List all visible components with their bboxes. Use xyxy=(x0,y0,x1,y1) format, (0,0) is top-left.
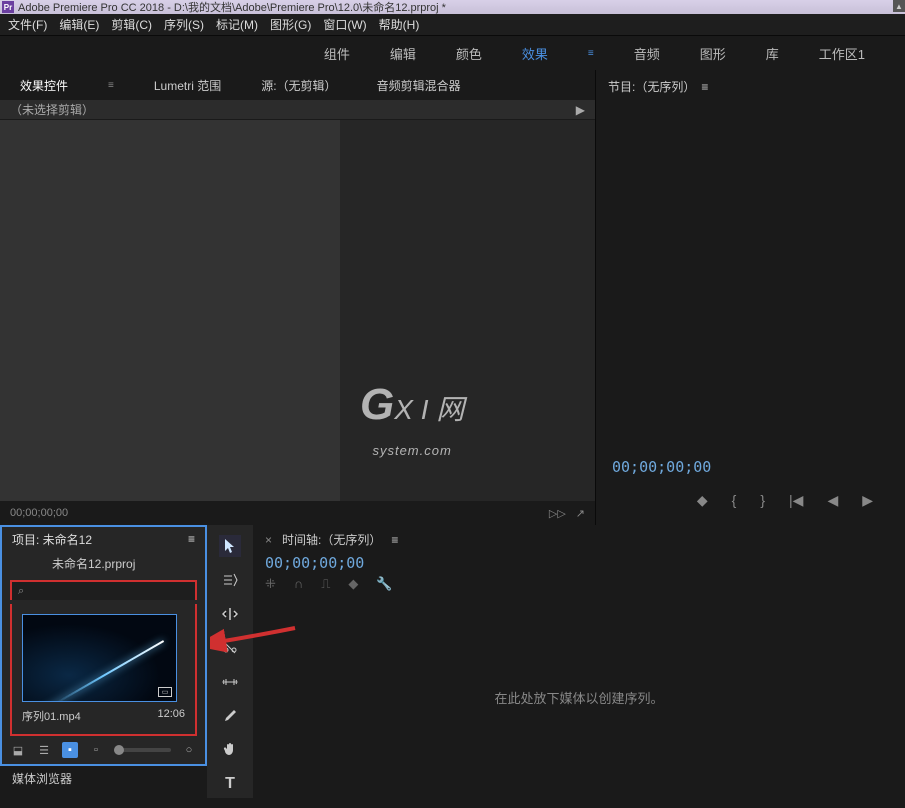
marker-diamond-icon[interactable]: ◆ xyxy=(348,576,358,592)
ripple-edit-tool-icon[interactable] xyxy=(219,603,241,625)
tab-source[interactable]: 源:（无剪辑） xyxy=(261,77,336,94)
source-panel-tabs: 效果控件 ≡ Lumetri 范围 源:（无剪辑） 音频剪辑混合器 xyxy=(0,70,595,100)
project-filename: 未命名12.prproj xyxy=(52,555,135,572)
tools-panel: T xyxy=(207,525,253,798)
tab-audio-mixer[interactable]: 音频剪辑混合器 xyxy=(377,77,461,94)
icon-view-icon[interactable]: ▪ xyxy=(62,742,78,758)
effect-controls-right xyxy=(340,120,595,501)
program-monitor xyxy=(608,99,893,450)
hand-tool-icon[interactable] xyxy=(219,739,241,761)
zoom-slider[interactable] xyxy=(114,748,171,752)
zoom-out-icon[interactable]: ○ xyxy=(181,742,197,758)
clip-name: 序列01.mp4 xyxy=(22,708,81,724)
search-icon: ⌕ xyxy=(18,585,24,598)
workspace-effects[interactable]: 效果 xyxy=(522,44,548,63)
freeform-view-icon[interactable]: ▫ xyxy=(88,742,104,758)
add-marker-icon[interactable]: ⎍ xyxy=(321,576,330,592)
expand-icon[interactable]: ▶ xyxy=(576,103,585,117)
slip-tool-icon[interactable] xyxy=(219,671,241,693)
settings-wrench-icon[interactable]: 🔧 xyxy=(376,576,392,592)
loop-icon[interactable]: ▷▷ xyxy=(549,507,566,520)
workspace-tabs: 组件 编辑 颜色 效果 ≡ 音频 图形 库 工作区1 xyxy=(0,36,905,70)
tab-media-browser[interactable]: 媒体浏览器 xyxy=(0,766,207,786)
workspace-graphics[interactable]: 图形 xyxy=(700,44,726,63)
program-title: 节目:（无序列） xyxy=(608,78,695,95)
timeline-close-icon[interactable]: × xyxy=(265,533,272,547)
program-menu-icon[interactable]: ≡ xyxy=(701,80,708,94)
clip-thumbnail[interactable]: ▭ xyxy=(22,614,177,702)
go-to-in-icon[interactable]: |◀ xyxy=(789,492,803,509)
tab-effect-controls[interactable]: 效果控件 xyxy=(20,77,68,94)
workspace-editing[interactable]: 编辑 xyxy=(390,44,416,63)
workspace-workspace1[interactable]: 工作区1 xyxy=(819,44,865,63)
timeline-timecode: 00;00;00;00 xyxy=(265,554,893,572)
menu-edit[interactable]: 编辑(E) xyxy=(59,16,99,33)
step-back-icon[interactable]: ◀ xyxy=(827,492,838,509)
window-title: Adobe Premiere Pro CC 2018 - D:\我的文档\Ado… xyxy=(18,0,446,15)
workspace-assembly[interactable]: 组件 xyxy=(324,44,350,63)
write-lock-icon[interactable]: ⬓ xyxy=(10,742,26,758)
title-bar: Pr Adobe Premiere Pro CC 2018 - D:\我的文档\… xyxy=(0,0,905,14)
project-title: 项目: 未命名12 xyxy=(12,531,92,548)
effect-controls-left: ▲ xyxy=(0,120,340,501)
snap-icon[interactable]: ⁜ xyxy=(265,576,276,592)
razor-tool-icon[interactable] xyxy=(219,637,241,659)
clip-duration: 12:06 xyxy=(157,708,185,724)
linked-selection-icon[interactable]: ∩ xyxy=(294,576,303,592)
menu-window[interactable]: 窗口(W) xyxy=(323,16,366,33)
project-search[interactable]: ⌕ xyxy=(10,580,197,600)
menu-mark[interactable]: 标记(M) xyxy=(216,16,258,33)
workspace-audio[interactable]: 音频 xyxy=(634,44,660,63)
project-menu-icon[interactable]: ≡ xyxy=(188,532,195,546)
pen-tool-icon[interactable] xyxy=(219,705,241,727)
menu-sequence[interactable]: 序列(S) xyxy=(164,16,204,33)
menu-clip[interactable]: 剪辑(C) xyxy=(111,16,152,33)
menu-help[interactable]: 帮助(H) xyxy=(379,16,420,33)
mark-out-icon[interactable]: } xyxy=(760,492,765,509)
program-timecode: 00;00;00;00 xyxy=(608,450,893,484)
selection-tool-icon[interactable] xyxy=(219,535,241,557)
effect-controls-menu-icon[interactable]: ≡ xyxy=(108,80,114,91)
app-icon: Pr xyxy=(2,1,14,13)
mark-in-icon[interactable]: { xyxy=(732,492,737,509)
no-clip-label: （未选择剪辑） xyxy=(10,101,94,118)
marker-icon[interactable]: ◆ xyxy=(697,492,708,509)
source-timecode: 00;00;00;00 xyxy=(10,507,68,519)
play-icon[interactable]: ▶ xyxy=(862,492,873,509)
workspace-effects-menu-icon[interactable]: ≡ xyxy=(588,48,594,59)
project-panel: 项目: 未命名12 ≡ 未命名12.prproj ⌕ ▭ 序列01.mp4 12… xyxy=(0,525,207,766)
clip-type-icon: ▭ xyxy=(158,687,172,697)
menu-bar: 文件(F) 编辑(E) 剪辑(C) 序列(S) 标记(M) 图形(G) 窗口(W… xyxy=(0,14,905,36)
workspace-library[interactable]: 库 xyxy=(766,44,779,63)
timeline-menu-icon[interactable]: ≡ xyxy=(391,533,398,547)
menu-file[interactable]: 文件(F) xyxy=(8,16,47,33)
timeline-panel: × 时间轴:（无序列） ≡ 00;00;00;00 ⁜ ∩ ⎍ ◆ 🔧 在此处放… xyxy=(253,525,905,798)
type-tool-icon[interactable]: T xyxy=(219,773,241,795)
export-frame-icon[interactable]: ↗ xyxy=(576,507,585,520)
tab-lumetri[interactable]: Lumetri 范围 xyxy=(154,77,221,94)
scroll-up-icon[interactable]: ▲ xyxy=(893,0,905,12)
menu-graphic[interactable]: 图形(G) xyxy=(270,16,311,33)
workspace-color[interactable]: 颜色 xyxy=(456,44,482,63)
effect-controls-panel: （未选择剪辑） ▶ ▲ xyxy=(0,100,595,501)
track-select-tool-icon[interactable] xyxy=(219,569,241,591)
list-view-icon[interactable]: ☰ xyxy=(36,742,52,758)
zoom-handle[interactable] xyxy=(114,745,124,755)
timeline-drop-hint[interactable]: 在此处放下媒体以创建序列。 xyxy=(265,602,893,792)
timeline-title: 时间轴:（无序列） xyxy=(282,531,381,548)
